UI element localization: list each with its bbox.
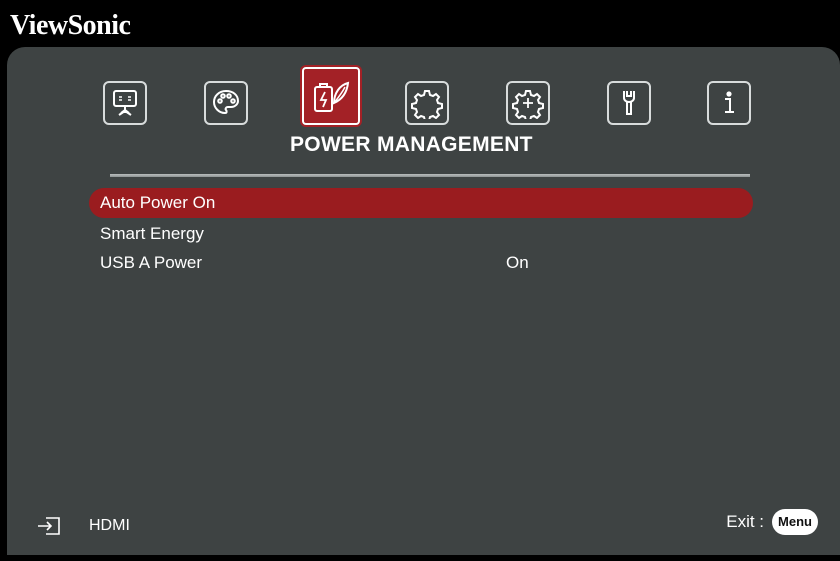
menu-item-value[interactable]: On: [506, 248, 529, 278]
menu-item-smart-energy[interactable]: Smart Energy: [89, 219, 753, 249]
input-source-label: HDMI: [89, 517, 130, 534]
tab-system[interactable]: [607, 81, 651, 125]
wrench-icon: [623, 91, 635, 115]
tab-information[interactable]: [707, 81, 751, 125]
brand-logo: ViewSonic: [10, 10, 131, 41]
menu-item-label: Auto Power On: [100, 193, 216, 212]
info-icon: [725, 91, 734, 113]
input-source-icon: [38, 517, 60, 535]
menu-item-auto-power-on[interactable]: Auto Power On: [89, 188, 753, 218]
tab-display[interactable]: [103, 81, 147, 125]
tab-image[interactable]: [204, 81, 248, 125]
advanced-gear-icon: [512, 90, 544, 119]
display-icon: [113, 90, 137, 116]
title-divider: [110, 174, 750, 177]
tab-basic-settings[interactable]: [405, 81, 449, 125]
osd-menu-panel: POWER MANAGEMENT Auto Power On Smart Ene…: [7, 47, 840, 555]
tab-power-management[interactable]: [302, 67, 360, 125]
tab-advanced-settings[interactable]: [506, 81, 550, 125]
section-title: POWER MANAGEMENT: [290, 133, 533, 156]
menu-item-label: Smart Energy: [100, 224, 204, 243]
palette-icon: [212, 89, 240, 115]
exit-hint: Exit : Menu: [726, 507, 818, 537]
menu-item-label: USB A Power: [100, 253, 203, 272]
menu-button[interactable]: Menu: [772, 509, 818, 535]
power-leaf-icon: [314, 81, 350, 112]
menu-item-usb-a-power[interactable]: USB A Power On: [89, 248, 753, 278]
exit-label: Exit :: [726, 512, 765, 531]
gear-icon: [411, 90, 443, 119]
